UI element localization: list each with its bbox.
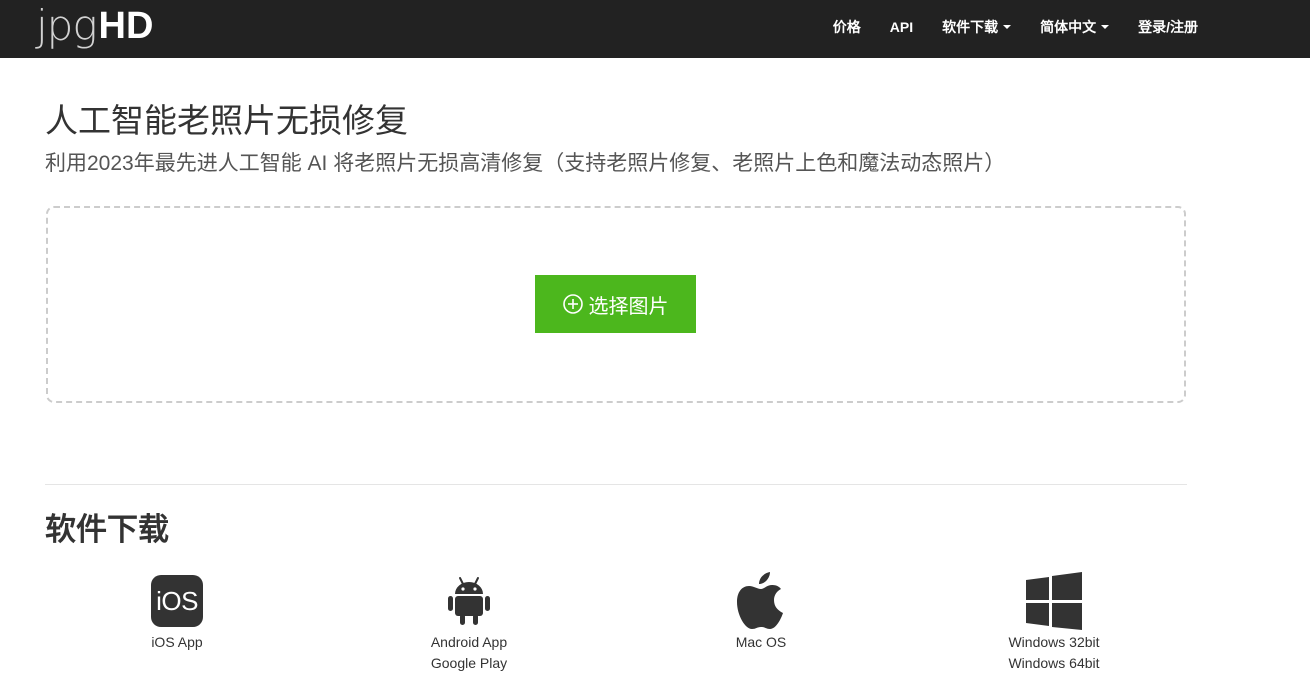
windows-icon bbox=[1026, 572, 1082, 630]
downloads-section-title: 软件下载 bbox=[45, 512, 169, 547]
android-icon bbox=[448, 577, 490, 625]
download-windows-64-label: Windows 64bit bbox=[1008, 655, 1100, 671]
apple-icon-box bbox=[736, 570, 786, 632]
nav-language-label: 简体中文 bbox=[1040, 19, 1097, 35]
caret-down-icon bbox=[1003, 25, 1012, 29]
android-icon-box bbox=[447, 570, 491, 632]
ios-icon: iOS bbox=[151, 575, 203, 627]
nav-software-download-label: 软件下载 bbox=[942, 19, 999, 35]
ios-icon-box: iOS bbox=[151, 570, 203, 632]
page-subtitle: 利用2023年最先进人工智能 AI 将老照片无损高清修复（支持老照片修复、老照片… bbox=[45, 152, 1006, 175]
download-windows-32-label: Windows 32bit bbox=[1008, 634, 1100, 650]
download-android-label: Android App bbox=[430, 634, 508, 650]
nav-api[interactable]: API bbox=[890, 19, 913, 35]
download-windows[interactable]: Windows 32bit Windows 64bit bbox=[954, 570, 1154, 674]
nav-menu: 价格 API 软件下载 简体中文 登录/注册 bbox=[804, 0, 1198, 54]
apple-icon bbox=[737, 572, 783, 629]
download-ios-label: iOS App bbox=[151, 634, 203, 650]
logo-text-light: jpg bbox=[36, 1, 98, 50]
select-image-label: 选择图片 bbox=[588, 295, 669, 318]
brand-logo[interactable]: jpg HD bbox=[36, 0, 153, 50]
nav-login-register[interactable]: 登录/注册 bbox=[1138, 17, 1198, 37]
download-android-sublabel: Google Play bbox=[430, 655, 508, 671]
download-ios[interactable]: iOS iOS App bbox=[77, 570, 277, 653]
plus-circle-icon bbox=[562, 294, 583, 314]
download-macos[interactable]: Mac OS bbox=[661, 570, 861, 653]
logo-text-bold: HD bbox=[98, 5, 154, 47]
page-title: 人工智能老照片无损修复 bbox=[45, 102, 408, 139]
download-android[interactable]: Android App Google Play bbox=[369, 570, 569, 674]
download-macos-label: Mac OS bbox=[735, 634, 787, 650]
windows-icon-box bbox=[1025, 570, 1083, 632]
caret-down-icon bbox=[1101, 25, 1110, 29]
select-image-button[interactable]: 选择图片 bbox=[535, 275, 696, 333]
nav-pricing[interactable]: 价格 bbox=[833, 17, 861, 37]
nav-language-dropdown[interactable]: 简体中文 bbox=[1040, 17, 1110, 37]
nav-software-download-dropdown[interactable]: 软件下载 bbox=[942, 17, 1012, 37]
top-navbar: jpg HD 价格 API 软件下载 简体中文 登录/注册 bbox=[0, 0, 1310, 58]
section-divider bbox=[45, 484, 1187, 485]
